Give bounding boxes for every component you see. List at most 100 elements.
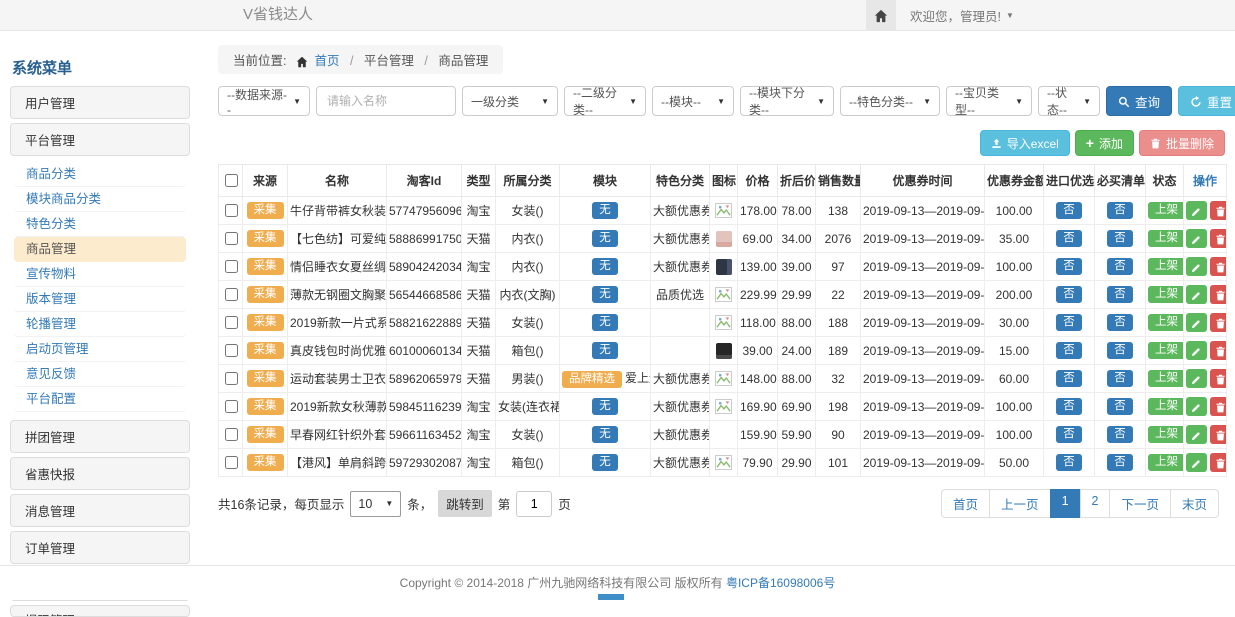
sidebar-item-8[interactable]: 意见反馈 [14, 362, 186, 387]
level2-category-select[interactable]: --二级分类--▼ [564, 86, 646, 116]
delete-button[interactable] [1210, 285, 1227, 304]
module-select[interactable]: --模块--▼ [652, 86, 734, 116]
jump-page-input[interactable] [516, 491, 552, 517]
icp-link[interactable]: 粤ICP备16098006号 [726, 576, 835, 590]
per-page-select[interactable]: 10 ▼ [350, 491, 401, 517]
import-optimal-toggle[interactable]: 否 [1056, 230, 1082, 247]
sidebar-item-0[interactable]: 商品分类 [14, 162, 186, 187]
import-optimal-toggle[interactable]: 否 [1056, 286, 1082, 303]
row-checkbox[interactable] [225, 316, 238, 329]
delete-button[interactable] [1210, 341, 1227, 360]
add-button[interactable]: + 添加 [1075, 130, 1134, 156]
jump-button[interactable]: 跳转到 [438, 490, 492, 517]
delete-button[interactable] [1210, 229, 1227, 248]
edit-button[interactable] [1186, 369, 1207, 388]
home-button[interactable] [866, 0, 896, 30]
name-input[interactable] [316, 86, 456, 116]
module-subcategory-select[interactable]: --模块下分类--▼ [740, 86, 834, 116]
import-optimal-toggle[interactable]: 否 [1056, 342, 1082, 359]
brand-title[interactable]: V省钱达人 [243, 0, 313, 30]
row-checkbox[interactable] [225, 400, 238, 413]
sidebar-item-6[interactable]: 轮播管理 [14, 312, 186, 337]
row-checkbox[interactable] [225, 232, 238, 245]
status-toggle[interactable]: 上架 [1148, 454, 1184, 471]
horizontal-scrollbar-thumb[interactable] [598, 594, 624, 600]
sidebar-group-3[interactable]: 省惠快报 [10, 457, 190, 490]
row-checkbox[interactable] [225, 260, 238, 273]
delete-button[interactable] [1210, 313, 1227, 332]
row-checkbox[interactable] [225, 288, 238, 301]
must-buy-toggle[interactable]: 否 [1107, 426, 1133, 443]
page-button-5[interactable]: 末页 [1170, 489, 1219, 518]
import-optimal-toggle[interactable]: 否 [1056, 314, 1082, 331]
sidebar-item-2[interactable]: 特色分类 [14, 212, 186, 237]
sidebar-item-5[interactable]: 版本管理 [14, 287, 186, 312]
delete-button[interactable] [1210, 425, 1227, 444]
item-type-select[interactable]: --宝贝类型--▼ [946, 86, 1032, 116]
edit-button[interactable] [1186, 285, 1207, 304]
feature-category-select[interactable]: --特色分类--▼ [840, 86, 940, 116]
must-buy-toggle[interactable]: 否 [1107, 370, 1133, 387]
must-buy-toggle[interactable]: 否 [1107, 202, 1133, 219]
reset-button[interactable]: 重置 [1178, 86, 1235, 116]
edit-button[interactable] [1186, 425, 1207, 444]
import-optimal-toggle[interactable]: 否 [1056, 426, 1082, 443]
delete-button[interactable] [1210, 201, 1227, 220]
edit-button[interactable] [1186, 453, 1207, 472]
delete-button[interactable] [1210, 453, 1227, 472]
status-toggle[interactable]: 上架 [1148, 314, 1184, 331]
status-toggle[interactable]: 上架 [1148, 258, 1184, 275]
row-checkbox[interactable] [225, 428, 238, 441]
sidebar-item-7[interactable]: 启动页管理 [14, 337, 186, 362]
sidebar-group-2[interactable]: 拼团管理 [10, 420, 190, 453]
must-buy-toggle[interactable]: 否 [1107, 258, 1133, 275]
delete-button[interactable] [1210, 397, 1227, 416]
status-toggle[interactable]: 上架 [1148, 286, 1184, 303]
delete-button[interactable] [1210, 369, 1227, 388]
select-all-checkbox[interactable] [225, 174, 238, 187]
status-toggle[interactable]: 上架 [1148, 230, 1184, 247]
import-optimal-toggle[interactable]: 否 [1056, 258, 1082, 275]
sidebar-group-0[interactable]: 用户管理 [10, 86, 190, 119]
edit-button[interactable] [1186, 229, 1207, 248]
sidebar-group-1[interactable]: 平台管理 [10, 123, 190, 156]
import-optimal-toggle[interactable]: 否 [1056, 202, 1082, 219]
sidebar-group-7[interactable]: 提现管理 [10, 605, 190, 617]
level1-category-select[interactable]: 一级分类▼ [462, 86, 558, 116]
delete-button[interactable] [1210, 257, 1227, 276]
search-button[interactable]: 查询 [1106, 86, 1172, 116]
sidebar-item-4[interactable]: 宣传物料 [14, 262, 186, 287]
row-checkbox[interactable] [225, 456, 238, 469]
must-buy-toggle[interactable]: 否 [1107, 230, 1133, 247]
edit-button[interactable] [1186, 313, 1207, 332]
edit-button[interactable] [1186, 257, 1207, 276]
page-button-4[interactable]: 下一页 [1109, 489, 1171, 518]
status-toggle[interactable]: 上架 [1148, 202, 1184, 219]
edit-button[interactable] [1186, 201, 1207, 220]
row-checkbox[interactable] [225, 344, 238, 357]
import-optimal-toggle[interactable]: 否 [1056, 398, 1082, 415]
must-buy-toggle[interactable]: 否 [1107, 314, 1133, 331]
status-toggle[interactable]: 上架 [1148, 426, 1184, 443]
page-button-3[interactable]: 2 [1080, 489, 1111, 518]
sidebar-item-9[interactable]: 平台配置 [14, 387, 186, 412]
status-select[interactable]: --状态--▼ [1038, 86, 1100, 116]
status-toggle[interactable]: 上架 [1148, 342, 1184, 359]
must-buy-toggle[interactable]: 否 [1107, 342, 1133, 359]
page-button-2[interactable]: 1 [1050, 489, 1081, 518]
sidebar-group-5[interactable]: 订单管理 [10, 531, 190, 564]
must-buy-toggle[interactable]: 否 [1107, 398, 1133, 415]
status-toggle[interactable]: 上架 [1148, 370, 1184, 387]
status-toggle[interactable]: 上架 [1148, 398, 1184, 415]
sidebar-item-3[interactable]: 商品管理 [14, 237, 186, 262]
data-source-select[interactable]: --数据来源--▼ [218, 86, 310, 116]
page-button-1[interactable]: 上一页 [989, 489, 1051, 518]
must-buy-toggle[interactable]: 否 [1107, 286, 1133, 303]
sidebar-item-1[interactable]: 模块商品分类 [14, 187, 186, 212]
batch-delete-button[interactable]: 批量删除 [1139, 130, 1225, 156]
user-menu[interactable]: 欢迎您，管理员! ▼ [910, 6, 1014, 25]
edit-button[interactable] [1186, 397, 1207, 416]
import-optimal-toggle[interactable]: 否 [1056, 370, 1082, 387]
edit-button[interactable] [1186, 341, 1207, 360]
row-checkbox[interactable] [225, 372, 238, 385]
